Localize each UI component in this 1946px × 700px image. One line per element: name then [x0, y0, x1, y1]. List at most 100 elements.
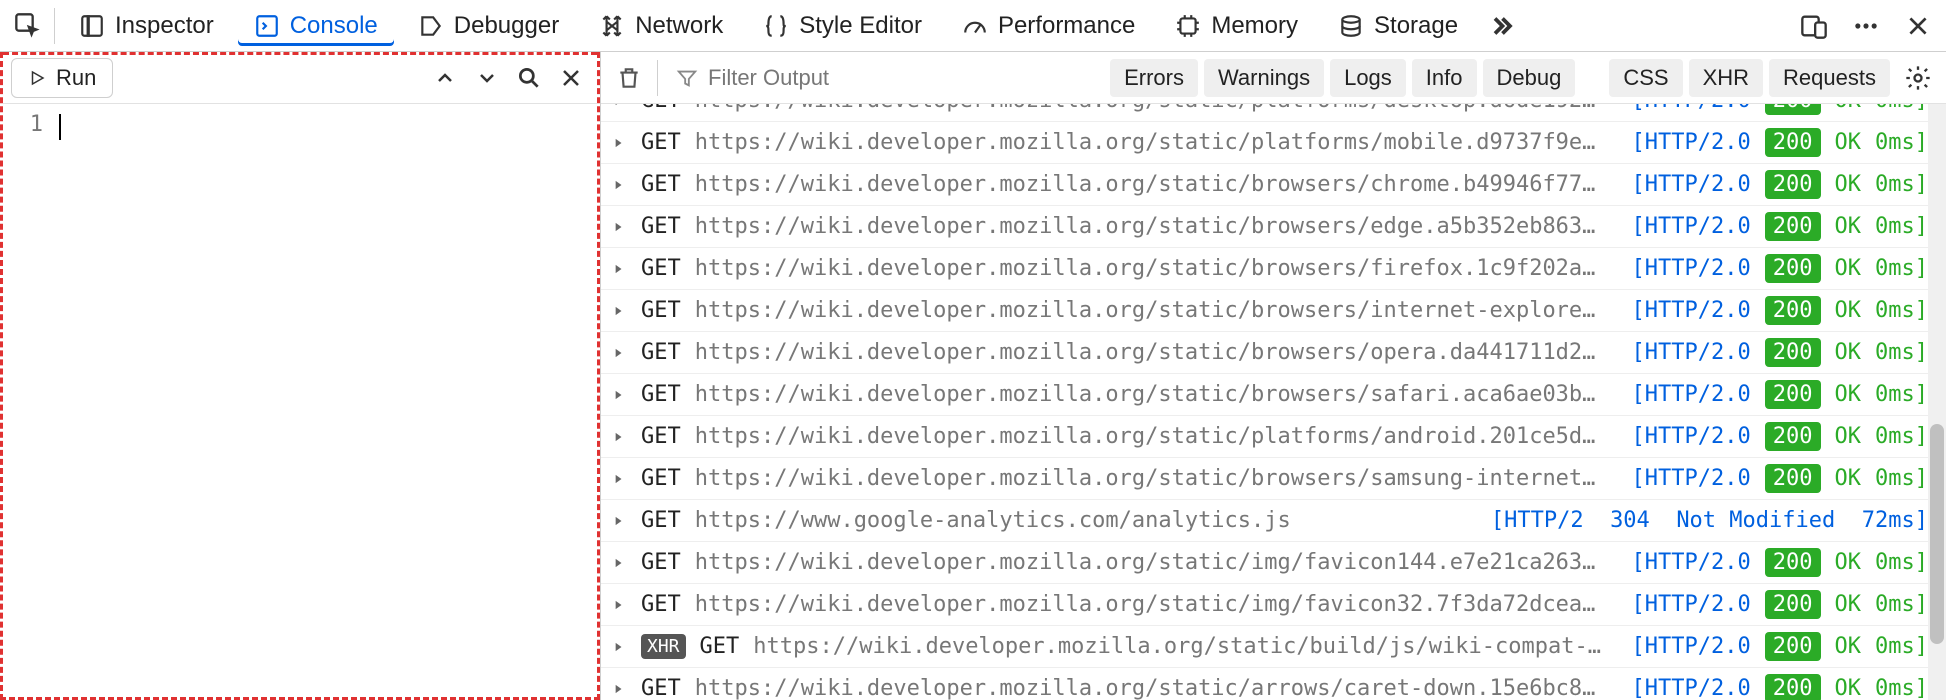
- log-row[interactable]: GET https://wiki.developer.mozilla.org/st…: [601, 104, 1946, 122]
- http-method: GET: [700, 634, 740, 659]
- log-row[interactable]: GEThttps://wiki.developer.mozilla.org/st…: [601, 584, 1946, 626]
- status-code-badge: 200: [1765, 170, 1821, 199]
- overflow-tabs-button[interactable]: [1482, 8, 1518, 44]
- filter-logs[interactable]: Logs: [1330, 59, 1406, 97]
- code-input[interactable]: [53, 104, 597, 697]
- http-method: GET: [641, 424, 681, 449]
- reverse-search-button[interactable]: [511, 60, 547, 96]
- close-devtools-button[interactable]: [1900, 8, 1936, 44]
- tab-console[interactable]: Console: [238, 6, 394, 46]
- tab-debugger[interactable]: Debugger: [402, 6, 575, 46]
- tab-style-editor[interactable]: Style Editor: [747, 6, 938, 46]
- http-protocol: [HTTP/2.0: [1632, 550, 1751, 575]
- history-next-button[interactable]: [469, 60, 505, 96]
- filter-debug[interactable]: Debug: [1483, 59, 1576, 97]
- filter-placeholder: Filter Output: [708, 65, 829, 91]
- inspector-icon: [79, 13, 105, 39]
- expand-caret-icon[interactable]: [609, 220, 627, 234]
- filter-warnings[interactable]: Warnings: [1204, 59, 1324, 97]
- log-row[interactable]: GEThttps://wiki.developer.mozilla.org/st…: [601, 668, 1946, 700]
- vertical-scrollbar[interactable]: [1928, 104, 1946, 700]
- expand-caret-icon[interactable]: [609, 472, 627, 486]
- filter-css[interactable]: CSS: [1609, 59, 1682, 97]
- http-protocol: [HTTP/2.0: [1632, 382, 1751, 407]
- expand-caret-icon[interactable]: [609, 304, 627, 318]
- response-time: 0ms]: [1875, 130, 1928, 155]
- line-gutter: 1: [3, 104, 53, 697]
- expand-caret-icon[interactable]: [609, 514, 627, 528]
- log-row[interactable]: GEThttps://wiki.developer.mozilla.org/st…: [601, 374, 1946, 416]
- tab-label: Console: [290, 12, 378, 40]
- log-row[interactable]: GEThttps://wiki.developer.mozilla.org/st…: [601, 206, 1946, 248]
- filter-info[interactable]: Info: [1412, 59, 1477, 97]
- status-code-badge: 200: [1765, 548, 1821, 577]
- expand-caret-icon[interactable]: [609, 388, 627, 402]
- expand-caret-icon[interactable]: [609, 346, 627, 360]
- response-time: 0ms]: [1875, 634, 1928, 659]
- expand-caret-icon[interactable]: [609, 136, 627, 150]
- expand-caret-icon[interactable]: [609, 430, 627, 444]
- filter-output-input[interactable]: Filter Output: [668, 65, 1100, 91]
- tab-performance[interactable]: Performance: [946, 6, 1151, 46]
- clear-console-button[interactable]: [611, 60, 647, 96]
- status-text: OK: [1835, 172, 1862, 197]
- request-url: https://wiki.developer.mozilla.org/stati…: [695, 104, 1618, 113]
- log-row[interactable]: GEThttps://wiki.developer.mozilla.org/st…: [601, 164, 1946, 206]
- log-row[interactable]: GEThttps://www.google-analytics.com/anal…: [601, 500, 1946, 542]
- tab-memory[interactable]: Memory: [1159, 6, 1314, 46]
- log-rows-scroll[interactable]: GET https://wiki.developer.mozilla.org/st…: [601, 104, 1946, 700]
- tab-network[interactable]: Network: [583, 6, 739, 46]
- history-prev-button[interactable]: [427, 60, 463, 96]
- pick-element-button[interactable]: [10, 8, 46, 44]
- editor-toolbar: Run: [3, 52, 597, 104]
- responsive-mode-button[interactable]: [1796, 8, 1832, 44]
- request-url: https://wiki.developer.mozilla.org/stati…: [695, 676, 1618, 700]
- log-row[interactable]: GEThttps://wiki.developer.mozilla.org/st…: [601, 248, 1946, 290]
- http-protocol: [HTTP/2.0: [1632, 172, 1751, 197]
- expand-caret-icon[interactable]: [609, 598, 627, 612]
- status-text: OK: [1835, 676, 1862, 700]
- close-editor-button[interactable]: [553, 60, 589, 96]
- expand-caret-icon[interactable]: [609, 262, 627, 276]
- status-code-badge: 200: [1765, 674, 1821, 700]
- devtools-tabbar: Inspector Console Debugger Network Style…: [0, 0, 1946, 52]
- status-code-badge: 200: [1765, 380, 1821, 409]
- log-row[interactable]: GEThttps://wiki.developer.mozilla.org/st…: [601, 122, 1946, 164]
- filter-requests[interactable]: Requests: [1769, 59, 1890, 97]
- expand-caret-icon[interactable]: [609, 556, 627, 570]
- tab-inspector[interactable]: Inspector: [63, 6, 230, 46]
- meatball-menu-button[interactable]: [1848, 8, 1884, 44]
- http-method: GET: [641, 214, 681, 239]
- line-number: 1: [3, 112, 43, 137]
- log-row[interactable]: GEThttps://wiki.developer.mozilla.org/st…: [601, 332, 1946, 374]
- expand-caret-icon[interactable]: [609, 682, 627, 696]
- console-settings-button[interactable]: [1900, 60, 1936, 96]
- request-url: https://wiki.developer.mozilla.org/stati…: [753, 634, 1617, 659]
- log-row[interactable]: GEThttps://wiki.developer.mozilla.org/st…: [601, 416, 1946, 458]
- log-row[interactable]: GEThttps://wiki.developer.mozilla.org/st…: [601, 542, 1946, 584]
- http-protocol: [HTTP/2.0: [1632, 298, 1751, 323]
- log-row[interactable]: GEThttps://wiki.developer.mozilla.org/st…: [601, 290, 1946, 332]
- tab-label: Performance: [998, 12, 1135, 40]
- log-row[interactable]: GEThttps://wiki.developer.mozilla.org/st…: [601, 458, 1946, 500]
- style-editor-icon: [763, 13, 789, 39]
- scrollbar-thumb[interactable]: [1930, 424, 1944, 644]
- status-code-badge: 200: [1765, 338, 1821, 367]
- http-method: GET: [641, 382, 681, 407]
- http-method: GET: [641, 298, 681, 323]
- http-method: GET: [641, 340, 681, 365]
- tabbar-right: [1796, 8, 1936, 44]
- expand-caret-icon[interactable]: [609, 104, 627, 108]
- expand-caret-icon[interactable]: [609, 640, 627, 654]
- console-toolbar: Filter Output Errors Warnings Logs Info …: [601, 52, 1946, 104]
- http-method: GET: [641, 104, 681, 113]
- filter-xhr[interactable]: XHR: [1689, 59, 1763, 97]
- http-method: GET: [641, 592, 681, 617]
- tab-storage[interactable]: Storage: [1322, 6, 1474, 46]
- status-code-badge: 200: [1765, 464, 1821, 493]
- filter-errors[interactable]: Errors: [1110, 59, 1198, 97]
- expand-caret-icon[interactable]: [609, 178, 627, 192]
- run-button[interactable]: Run: [11, 58, 113, 98]
- http-protocol: [HTTP/2.0: [1632, 256, 1751, 281]
- log-row[interactable]: XHRGEThttps://wiki.developer.mozilla.org…: [601, 626, 1946, 668]
